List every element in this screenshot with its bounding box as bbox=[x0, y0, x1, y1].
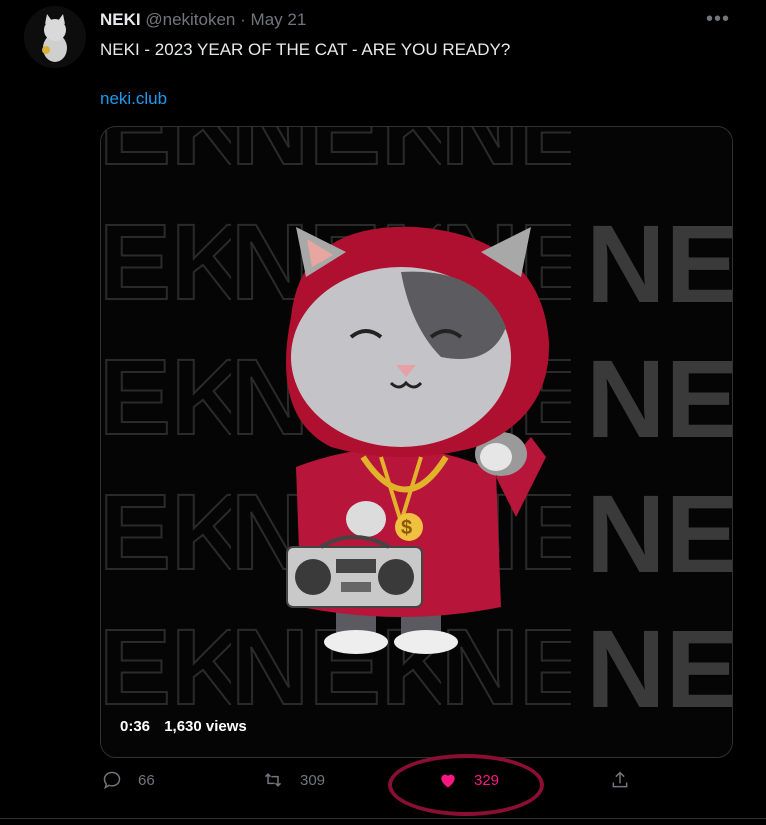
retweet-count: 309 bbox=[300, 771, 326, 789]
video-player[interactable]: NEKI NE NE NE NE bbox=[100, 126, 733, 758]
svg-text:NE: NE bbox=[586, 608, 732, 731]
more-options-icon[interactable]: ••• bbox=[706, 8, 730, 31]
divider bbox=[0, 818, 766, 819]
share-button[interactable] bbox=[610, 770, 646, 790]
svg-text:NE: NE bbox=[586, 473, 732, 596]
reply-count: 66 bbox=[138, 771, 155, 789]
tweet-actions: 66 309 329 bbox=[0, 770, 766, 804]
tweet-card[interactable]: NEKI @nekitoken · May 21 ••• NEKI - 2023… bbox=[0, 0, 766, 825]
reply-button[interactable]: 66 bbox=[102, 770, 155, 790]
reply-icon bbox=[103, 771, 121, 790]
svg-text:$: $ bbox=[401, 517, 412, 539]
annotation-circle bbox=[388, 754, 544, 816]
tweet-link[interactable]: neki.club bbox=[100, 89, 167, 109]
video-meta: 0:36 1,630 views bbox=[120, 718, 257, 735]
tweet-date[interactable]: May 21 bbox=[251, 10, 307, 29]
video-views: 1,630 views bbox=[164, 718, 247, 735]
retweet-icon bbox=[264, 773, 282, 787]
retweet-button[interactable]: 309 bbox=[262, 770, 325, 790]
video-frame: NEKI NE NE NE NE bbox=[101, 127, 732, 757]
svg-text:NE: NE bbox=[586, 203, 732, 326]
avatar[interactable] bbox=[24, 6, 86, 68]
share-icon bbox=[612, 771, 628, 788]
video-duration: 0:36 bbox=[120, 718, 151, 735]
tweet-text: NEKI - 2023 YEAR OF THE CAT - ARE YOU RE… bbox=[100, 40, 511, 59]
svg-text:NE: NE bbox=[586, 338, 732, 461]
tweet-header: NEKI @nekitoken · May 21 bbox=[100, 10, 306, 30]
author-name[interactable]: NEKI bbox=[100, 10, 141, 29]
separator-dot: · bbox=[240, 10, 246, 29]
author-handle[interactable]: @nekitoken bbox=[145, 10, 235, 29]
cat-avatar-icon bbox=[24, 6, 86, 68]
